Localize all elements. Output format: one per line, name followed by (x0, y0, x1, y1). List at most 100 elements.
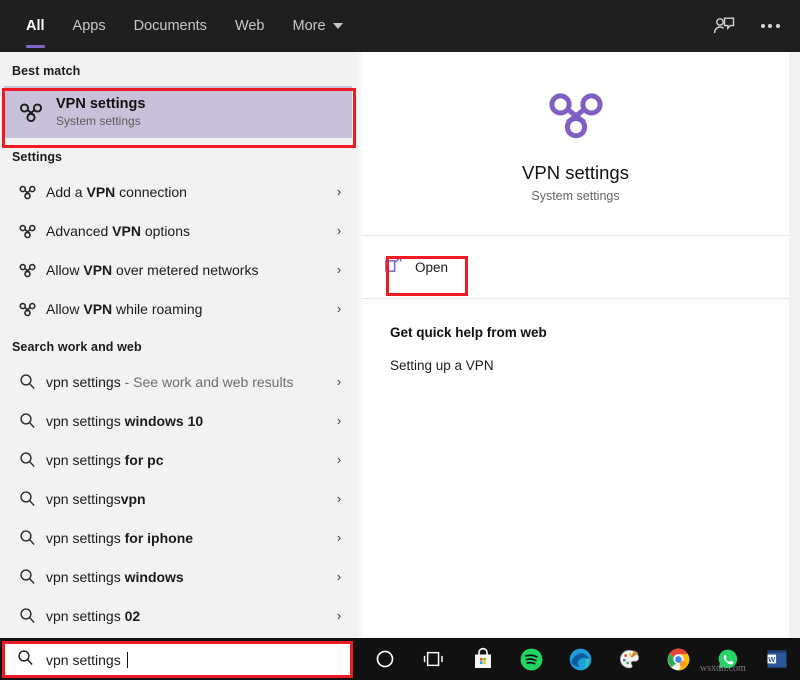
search-icon (12, 529, 42, 546)
chevron-right-icon[interactable]: › (332, 413, 346, 428)
list-item-label: vpn settings - See work and web results (46, 373, 294, 390)
tab-apps[interactable]: Apps (59, 0, 120, 52)
list-item[interactable]: vpn settings windows › (0, 557, 358, 596)
open-action-zone: Open (362, 236, 789, 298)
tab-more[interactable]: More (279, 0, 357, 52)
open-external-icon (384, 256, 403, 278)
search-icon (12, 412, 42, 429)
tab-all-label: All (26, 18, 45, 34)
search-header: All Apps Documents Web More (0, 0, 800, 52)
tab-more-label: More (292, 18, 326, 34)
list-item[interactable]: vpn settings for pc › (0, 440, 358, 479)
tab-apps-label: Apps (72, 18, 106, 34)
list-item[interactable]: Add a VPN connection › (0, 172, 358, 211)
list-item[interactable]: vpn settings for iphone › (0, 518, 358, 557)
chevron-right-icon[interactable]: › (332, 301, 346, 316)
results-list-pane: Best match VPN settings System settings … (0, 52, 358, 638)
vpn-knot-icon (12, 300, 42, 318)
list-item-label: vpn settings for pc (46, 451, 164, 468)
tab-all[interactable]: All (12, 0, 59, 52)
list-item[interactable]: Allow VPN while roaming › (0, 289, 358, 328)
taskbar-search-input[interactable]: vpn settings (5, 644, 350, 675)
list-item-label: vpn settings windows (46, 568, 184, 585)
list-item-label: Advanced VPN options (46, 222, 191, 239)
ellipsis-icon[interactable] (756, 12, 784, 40)
chevron-down-icon (332, 23, 343, 29)
cortana-icon[interactable] (360, 638, 409, 680)
search-icon (12, 373, 42, 390)
list-item-label: Allow VPN while roaming (46, 300, 203, 317)
list-item-label: vpn settings windows 10 (46, 412, 204, 429)
list-item[interactable]: vpn settings - See work and web results … (0, 362, 358, 401)
chevron-right-icon[interactable]: › (332, 262, 346, 277)
task-view-icon[interactable] (409, 638, 458, 680)
chevron-right-icon[interactable]: › (332, 223, 346, 238)
list-item[interactable]: vpn settings 02 › (0, 596, 358, 635)
search-work-web-heading: Search work and web (12, 340, 142, 354)
preview-title: VPN settings (522, 161, 629, 183)
list-item-label: Allow VPN over metered networks (46, 261, 259, 278)
tab-active-underline (26, 45, 45, 48)
chevron-right-icon[interactable]: › (332, 608, 346, 623)
list-item[interactable]: vpn settings windows 10 › (0, 401, 358, 440)
spotify-icon[interactable] (507, 638, 556, 680)
right-margin-strip (789, 52, 800, 638)
chevron-right-icon[interactable]: › (332, 452, 346, 467)
quick-help-section: Get quick help from web Setting up a VPN (362, 299, 789, 373)
chevron-right-icon[interactable]: › (332, 184, 346, 199)
vpn-knot-icon (12, 261, 42, 279)
best-match-item-vpn-settings[interactable]: VPN settings System settings (4, 86, 352, 138)
tab-documents-label: Documents (133, 18, 207, 34)
google-chrome-icon[interactable] (654, 638, 703, 680)
svg-text:W: W (768, 655, 775, 664)
watermark-text: wsxdn.com (700, 663, 746, 674)
person-feedback-icon[interactable] (710, 12, 738, 40)
chevron-right-icon[interactable]: › (332, 374, 346, 389)
chevron-right-icon[interactable]: › (332, 491, 346, 506)
vpn-knot-icon (545, 85, 607, 148)
tab-web[interactable]: Web (221, 0, 279, 52)
results-body: Best match VPN settings System settings … (0, 52, 800, 638)
search-input-value: vpn settings (46, 651, 121, 668)
search-icon (12, 607, 42, 624)
list-item[interactable]: Allow VPN over metered networks › (0, 250, 358, 289)
best-match-title: VPN settings (56, 95, 146, 112)
microsoft-store-icon[interactable] (458, 638, 507, 680)
list-item-label: vpn settingsvpn (46, 490, 146, 507)
chevron-right-icon[interactable]: › (332, 569, 346, 584)
header-actions (710, 0, 800, 52)
search-icon (17, 649, 34, 671)
tab-documents[interactable]: Documents (120, 0, 221, 52)
vpn-knot-icon (14, 100, 48, 124)
filter-tabs: All Apps Documents Web More (0, 0, 357, 52)
app-preview-card: VPN settings System settings (362, 52, 789, 235)
quick-help-link[interactable]: Setting up a VPN (390, 358, 789, 373)
vpn-knot-icon (12, 222, 42, 240)
best-match-subtitle: System settings (56, 113, 141, 128)
vpn-knot-icon (12, 183, 42, 201)
text-cursor (126, 651, 128, 668)
settings-result-list: Add a VPN connection › Advanced VPN opti… (0, 172, 358, 328)
list-item-label: Add a VPN connection (46, 183, 187, 200)
list-item-label: vpn settings 02 (46, 607, 141, 624)
search-icon (12, 568, 42, 585)
preview-pane: VPN settings System settings Open Get qu… (362, 52, 789, 638)
paint-icon[interactable] (605, 638, 654, 680)
search-icon (12, 451, 42, 468)
best-match-heading: Best match (12, 64, 81, 78)
microsoft-edge-icon[interactable] (556, 638, 605, 680)
list-item-label: vpn settings for iphone (46, 529, 194, 546)
open-button[interactable]: Open (376, 250, 462, 284)
search-icon (12, 490, 42, 507)
web-suggestion-list: vpn settings - See work and web results … (0, 362, 358, 635)
list-item[interactable]: vpn settingsvpn › (0, 479, 358, 518)
chevron-right-icon[interactable]: › (332, 530, 346, 545)
quick-help-title: Get quick help from web (390, 325, 547, 340)
microsoft-word-icon[interactable]: W (752, 638, 800, 680)
open-button-label: Open (415, 259, 449, 275)
tab-web-label: Web (234, 18, 265, 34)
search-flyout: All Apps Documents Web More Best match V… (0, 0, 800, 680)
settings-heading: Settings (12, 150, 63, 164)
list-item[interactable]: Advanced VPN options › (0, 211, 358, 250)
preview-subtitle: System settings (531, 188, 620, 203)
